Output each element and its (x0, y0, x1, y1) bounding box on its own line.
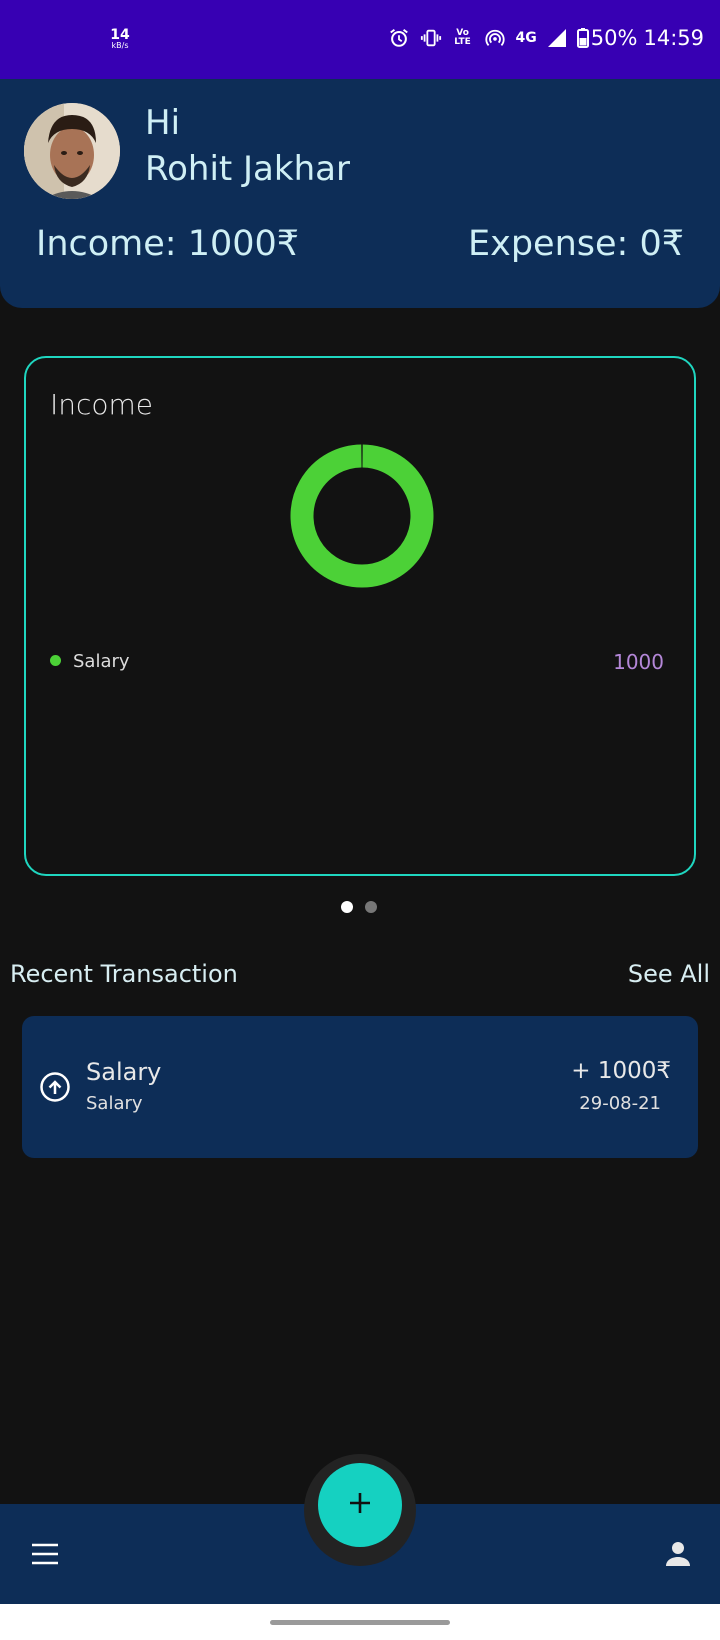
income-arrow-icon (39, 1071, 71, 1107)
transaction-category: Salary (86, 1093, 143, 1114)
legend-label: Salary (73, 651, 130, 672)
system-nav-bar (0, 1604, 720, 1640)
battery-icon (576, 28, 589, 48)
chart-title: Income (50, 388, 154, 421)
menu-icon[interactable] (30, 1542, 60, 1570)
transaction-date: 29-08-21 (579, 1093, 661, 1114)
income-chart-card[interactable]: Income Salary 1000 (24, 356, 696, 876)
pager-dot[interactable] (365, 901, 377, 913)
recent-transaction-title: Recent Transaction (10, 960, 238, 988)
chart-pager (341, 901, 377, 913)
transaction-item[interactable]: Salary Salary + 1000₹ 29-08-21 (22, 1016, 698, 1158)
alarm-icon (388, 27, 410, 49)
clock: 14:59 (643, 26, 704, 50)
network-speed-value: 14 (110, 27, 130, 43)
vibrate-icon (420, 27, 442, 49)
network-type: 4G (515, 30, 537, 46)
summary-header: Hi Rohit Jakhar Income: 1000₹ Expense: 0… (0, 79, 720, 308)
hotspot-icon (484, 27, 506, 49)
network-speed-unit: kB/s (111, 41, 129, 50)
greeting-text: Hi (145, 103, 181, 143)
plus-icon (348, 1491, 372, 1519)
volte-icon: Vo LTE (454, 28, 471, 47)
status-icons: Vo LTE 4G 50% 14:59 (388, 26, 704, 50)
signal-icon (547, 28, 567, 48)
network-speed: 14 kB/s (108, 28, 132, 50)
status-bar: 14 kB/s Vo LTE 4G 50% 14:59 (0, 0, 720, 79)
legend-color-dot (50, 655, 61, 666)
income-total: Income: 1000₹ (36, 224, 300, 264)
expense-total: Expense: 0₹ (468, 224, 684, 264)
user-name: Rohit Jakhar (145, 148, 350, 189)
profile-icon[interactable] (664, 1540, 692, 1572)
avatar[interactable] (24, 103, 120, 199)
add-transaction-button[interactable] (318, 1463, 402, 1547)
transaction-amount: + 1000₹ (571, 1058, 671, 1084)
see-all-link[interactable]: See All (628, 960, 710, 988)
legend-value: 1000 (613, 650, 664, 674)
home-indicator[interactable] (270, 1620, 450, 1625)
income-donut-chart (290, 444, 434, 588)
greeting: Hi Rohit Jakhar (145, 101, 350, 193)
transaction-title: Salary (86, 1058, 162, 1086)
donut-slice-salary (290, 444, 434, 588)
pager-dot-active[interactable] (341, 901, 353, 913)
battery-percent: 50% (590, 26, 638, 50)
